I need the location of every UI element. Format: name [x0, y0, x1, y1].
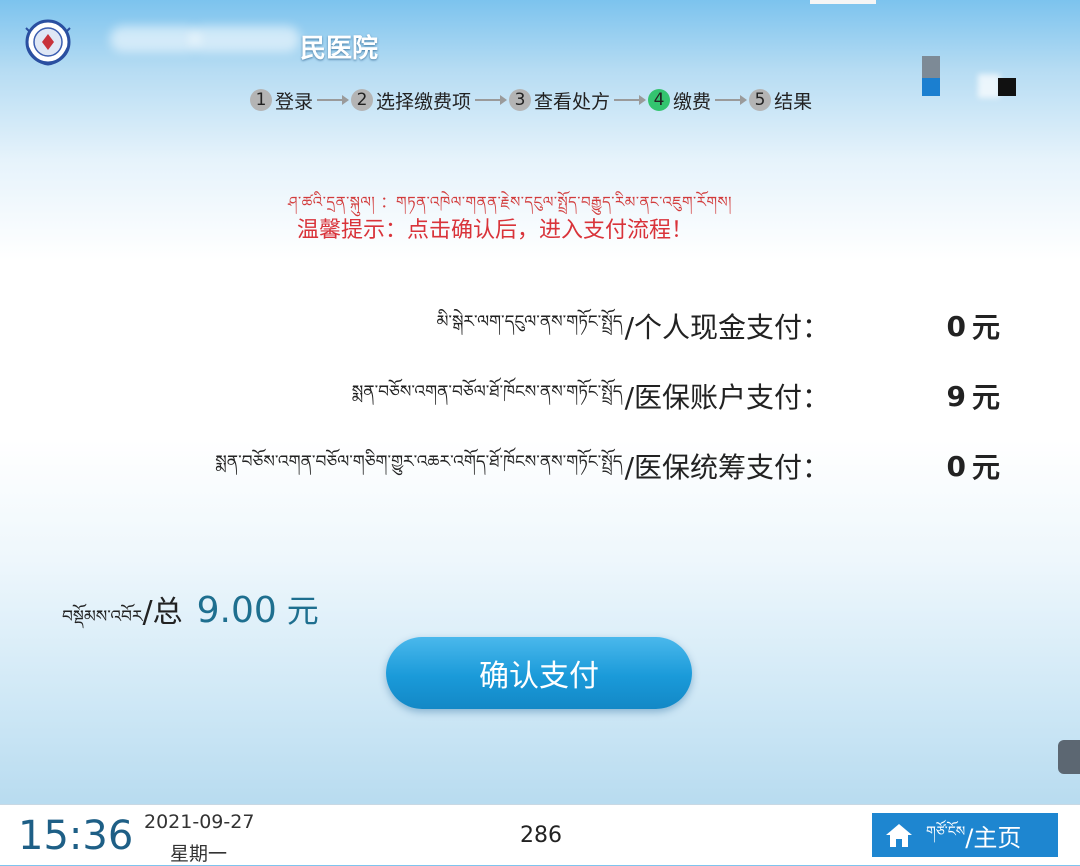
step-result: 5 结果 [749, 87, 812, 114]
footer-bar: 15:36 2021-09-27 星期一 286 གཙོ་ངོས /主页 [0, 804, 1080, 865]
step-arrow-icon [715, 95, 748, 105]
step-number-active: 4 [648, 89, 671, 111]
hospital-emblem-icon [25, 19, 71, 66]
payment-amount-cash: 0元 [900, 306, 1001, 346]
payment-label: /个人现金支付： [624, 311, 830, 344]
step-number: 1 [250, 89, 272, 111]
amount-value: 0 [946, 309, 966, 343]
payment-row-insurance-account: སྨན་བཅོས་འགན་བཅོལ་ཐོ་ཁོངས་ནས་གཏོང་སྤྲོད … [40, 376, 830, 416]
hospital-name: 民医院 [300, 34, 379, 64]
payment-label: /医保统筹支付： [624, 451, 830, 484]
home-button[interactable]: གཙོ་ངོས /主页 [872, 813, 1058, 857]
notice-text: 温馨提示：点击确认后，进入支付流程！ [296, 218, 693, 243]
step-label: 登录 [275, 90, 314, 113]
home-tibetan-label: གཙོ་ངོས [926, 824, 966, 840]
amount-unit: 元 [971, 381, 1000, 414]
step-payment: 4 缴费 [648, 87, 711, 114]
payment-amount-insurance-pooled: 0元 [900, 446, 1001, 486]
step-label: 选择缴费项 [376, 90, 472, 113]
amount-unit: 元 [971, 311, 1000, 344]
clock: 15:36 [18, 813, 134, 859]
step-label: 缴费 [673, 90, 712, 113]
step-login: 1 登录 [250, 87, 313, 114]
step-number: 2 [351, 89, 374, 111]
side-handle[interactable] [1058, 740, 1080, 774]
payment-tibetan-label: མི་སྒེར་ལག་དངུལ་ནས་གཏོང་སྤྲོད [436, 312, 623, 332]
masked-region [190, 26, 300, 52]
progress-steps: 1 登录 2 选择缴费项 3 查看处方 4 缴费 5 结果 [250, 86, 812, 114]
step-select-items: 2 选择缴费项 [351, 87, 471, 114]
weekday: 星期一 [170, 843, 228, 865]
step-label: 结果 [774, 90, 813, 113]
home-label: /主页 [965, 823, 1022, 852]
status-indicator [922, 56, 940, 96]
date: 2021-09-27 [144, 811, 255, 833]
masked-region [110, 26, 200, 52]
amount-value: 9 [946, 379, 966, 413]
step-arrow-icon [317, 95, 350, 105]
payment-label: /医保账户支付： [624, 381, 830, 414]
payment-row-cash: མི་སྒེར་ལག་དངུལ་ནས་གཏོང་སྤྲོད /个人现金支付： [40, 306, 830, 346]
payment-tibetan-label: སྨན་བཅོས་འགན་བཅོལ་ཐོ་ཁོངས་ནས་གཏོང་སྤྲོད [351, 382, 623, 402]
masked-region [978, 74, 1000, 98]
amount-unit: 元 [971, 451, 1000, 484]
step-number: 5 [749, 89, 772, 111]
step-view-prescription: 3 查看处方 [509, 87, 610, 114]
total-amount: བསྡོམས་འབོར /总 9.00 元 [62, 586, 319, 645]
step-label: 查看处方 [534, 90, 611, 113]
step-number: 3 [509, 89, 532, 111]
confirm-payment-button[interactable]: 确认支付 [386, 637, 692, 709]
countdown-counter: 286 [520, 823, 562, 848]
step-arrow-icon [475, 95, 508, 105]
home-icon [886, 824, 912, 847]
payment-amount-insurance-account: 9元 [900, 376, 1001, 416]
total-unit: 元 [286, 592, 319, 630]
top-bar: 民医院 [0, 0, 1080, 98]
amount-value: 0 [946, 449, 966, 483]
window-tab [810, 0, 876, 4]
status-indicator [998, 78, 1016, 96]
step-arrow-icon [614, 95, 647, 105]
total-tibetan-label: བསྡོམས་འབོར [62, 607, 143, 627]
total-label: /总 [142, 595, 183, 630]
payment-row-insurance-pooled: སྨན་བཅོས་འགན་བཅོལ་གཅིག་གྱུར་འཆར་འགོད་ཐོ་… [40, 446, 830, 486]
total-value: 9.00 [196, 590, 277, 631]
payment-tibetan-label: སྨན་བཅོས་འགན་བཅོལ་གཅིག་གྱུར་འཆར་འགོད་ཐོ་… [215, 452, 623, 472]
